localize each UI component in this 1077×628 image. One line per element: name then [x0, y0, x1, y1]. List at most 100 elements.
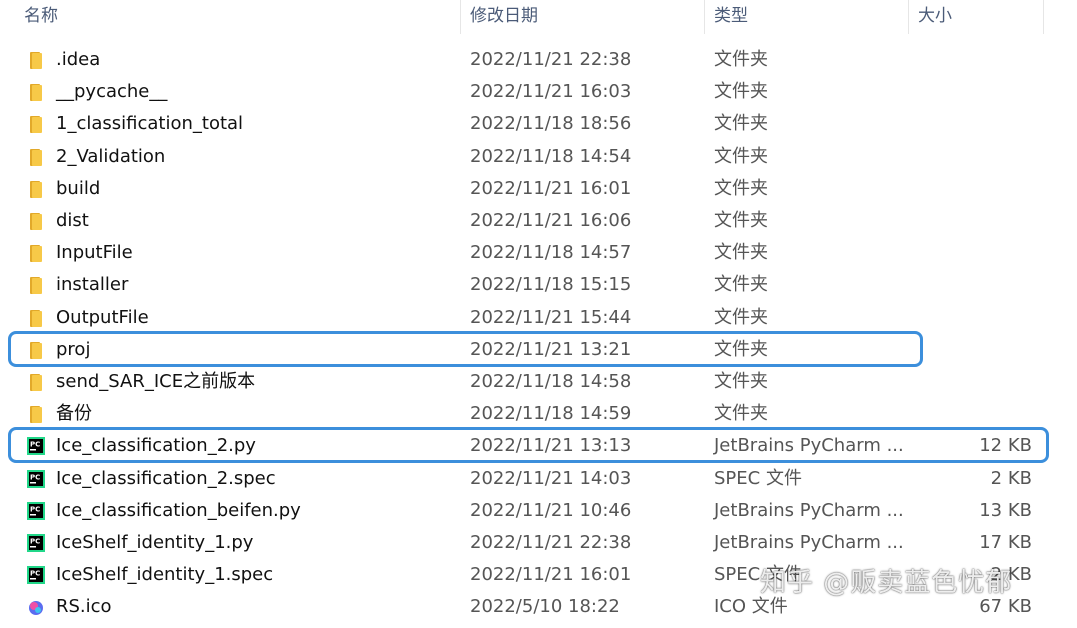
- file-date: 2022/11/18 14:59: [470, 403, 632, 425]
- file-type: 文件夹: [714, 49, 768, 70]
- file-name: IceShelf_identity_1.spec: [56, 564, 274, 586]
- file-name: Ice_classification_beifen.py: [56, 499, 301, 521]
- file-name: 2_Validation: [56, 145, 166, 167]
- folder-icon: [26, 147, 46, 167]
- file-name: proj: [56, 338, 91, 360]
- file-type: 文件夹: [714, 113, 768, 135]
- file-name: IceShelf_identity_1.py: [56, 532, 254, 553]
- file-row[interactable]: build 2022/11/21 16:01 文件夹: [0, 173, 1077, 205]
- file-size: 17 KB: [979, 532, 1032, 553]
- svg-text:PC: PC: [30, 538, 40, 546]
- file-name: InputFile: [56, 242, 133, 264]
- file-name: build: [56, 177, 101, 199]
- file-type: 文件夹: [714, 145, 768, 167]
- file-row[interactable]: 备份 2022/11/18 14:59 文件夹: [0, 398, 1077, 430]
- file-type: 文件夹: [714, 306, 768, 328]
- file-name: .idea: [56, 49, 101, 70]
- column-header-date[interactable]: 修改日期: [460, 0, 702, 34]
- file-row[interactable]: __pycache__ 2022/11/21 16:03 文件夹: [0, 76, 1077, 108]
- file-row[interactable]: proj 2022/11/21 13:21 文件夹: [0, 334, 1077, 366]
- column-divider[interactable]: [1043, 0, 1044, 34]
- file-date: 2022/11/21 10:46: [470, 499, 632, 521]
- file-date: 2022/5/10 18:22: [470, 596, 620, 618]
- file-size: 2 KB: [990, 467, 1032, 489]
- svg-text:PC: PC: [30, 473, 40, 481]
- file-type: 文件夹: [714, 81, 768, 103]
- pycharm-icon: PC: [26, 533, 46, 553]
- file-type: 文件夹: [714, 371, 768, 392]
- file-type: 文件夹: [714, 242, 768, 264]
- svg-text:PC: PC: [30, 505, 40, 513]
- column-header: 名称 修改日期 类型 大小: [0, 0, 1077, 34]
- folder-icon: [26, 275, 46, 295]
- folder-icon: [26, 211, 46, 231]
- svg-text:PC: PC: [30, 441, 40, 449]
- file-type: 文件夹: [714, 403, 768, 425]
- ico-file-icon: [26, 597, 46, 617]
- file-name: OutputFile: [56, 306, 149, 328]
- svg-text:PC: PC: [30, 570, 40, 578]
- file-type: 文件夹: [714, 338, 768, 360]
- pycharm-icon: PC: [26, 501, 46, 521]
- file-date: 2022/11/18 18:56: [470, 113, 632, 135]
- file-row[interactable]: InputFile 2022/11/18 14:57 文件夹: [0, 237, 1077, 269]
- file-size: 12 KB: [979, 435, 1032, 457]
- folder-icon: [26, 82, 46, 102]
- file-date: 2022/11/21 16:03: [470, 81, 632, 103]
- file-type: JetBrains PyCharm ...: [714, 435, 904, 457]
- file-date: 2022/11/21 14:03: [470, 467, 632, 489]
- folder-icon: [26, 243, 46, 263]
- file-row[interactable]: OutputFile 2022/11/21 15:44 文件夹: [0, 302, 1077, 334]
- file-date: 2022/11/21 15:44: [470, 306, 632, 328]
- column-header-type[interactable]: 类型: [704, 0, 906, 34]
- file-type: JetBrains PyCharm ...: [714, 499, 904, 521]
- folder-icon: [26, 179, 46, 199]
- file-date: 2022/11/21 16:06: [470, 210, 632, 231]
- file-name: 备份: [56, 403, 92, 425]
- file-row[interactable]: PC Ice_classification_2.py 2022/11/21 13:1…: [0, 430, 1077, 462]
- pycharm-icon: PC: [26, 436, 46, 456]
- file-row[interactable]: 1_classification_total 2022/11/18 18:56 文件…: [0, 108, 1077, 140]
- file-date: 2022/11/21 22:38: [470, 49, 632, 70]
- file-type: SPEC 文件: [714, 467, 802, 489]
- file-size: 13 KB: [979, 499, 1032, 521]
- folder-icon: [26, 404, 46, 424]
- file-type: 文件夹: [714, 177, 768, 199]
- file-row[interactable]: 2_Validation 2022/11/18 14:54 文件夹: [0, 141, 1077, 173]
- folder-icon: [26, 340, 46, 360]
- file-row[interactable]: PC Ice_classification_2.spec 2022/11/21 14…: [0, 463, 1077, 495]
- file-name: dist: [56, 210, 89, 231]
- file-name: send_SAR_ICE之前版本: [56, 371, 256, 392]
- file-date: 2022/11/21 16:01: [470, 177, 632, 199]
- file-name: 1_classification_total: [56, 113, 244, 135]
- file-row[interactable]: PC IceShelf_identity_1.py 2022/11/21 22:38…: [0, 527, 1077, 559]
- file-type: 文件夹: [714, 274, 768, 296]
- file-name: RS.ico: [56, 596, 112, 618]
- folder-icon: [26, 372, 46, 392]
- file-date: 2022/11/21 13:21: [470, 338, 632, 360]
- file-row[interactable]: .idea 2022/11/21 22:38 文件夹: [0, 44, 1077, 76]
- folder-icon: [26, 50, 46, 70]
- file-type: JetBrains PyCharm ...: [714, 532, 904, 553]
- column-header-name[interactable]: 名称: [14, 0, 454, 34]
- pycharm-icon: PC: [26, 565, 46, 585]
- folder-icon: [26, 114, 46, 134]
- file-date: 2022/11/21 13:13: [470, 435, 632, 457]
- folder-icon: [26, 308, 46, 328]
- file-type: 文件夹: [714, 210, 768, 231]
- file-row[interactable]: dist 2022/11/21 16:06 文件夹: [0, 205, 1077, 237]
- column-header-size[interactable]: 大小: [908, 0, 1043, 34]
- file-row[interactable]: send_SAR_ICE之前版本 2022/11/18 14:58 文件夹: [0, 366, 1077, 398]
- file-name: Ice_classification_2.py: [56, 435, 256, 457]
- file-row[interactable]: installer 2022/11/18 15:15 文件夹: [0, 269, 1077, 301]
- watermark: 知乎 @贩卖蓝色忧郁: [760, 568, 1013, 598]
- file-date: 2022/11/18 14:57: [470, 242, 632, 264]
- file-date: 2022/11/18 15:15: [470, 274, 632, 296]
- file-date: 2022/11/18 14:58: [470, 371, 632, 392]
- file-row[interactable]: PC Ice_classification_beifen.py 2022/11/21…: [0, 495, 1077, 527]
- file-name: __pycache__: [56, 81, 168, 103]
- file-date: 2022/11/21 16:01: [470, 564, 632, 586]
- pycharm-icon: PC: [26, 469, 46, 489]
- file-date: 2022/11/21 22:38: [470, 532, 632, 553]
- file-name: installer: [56, 274, 129, 296]
